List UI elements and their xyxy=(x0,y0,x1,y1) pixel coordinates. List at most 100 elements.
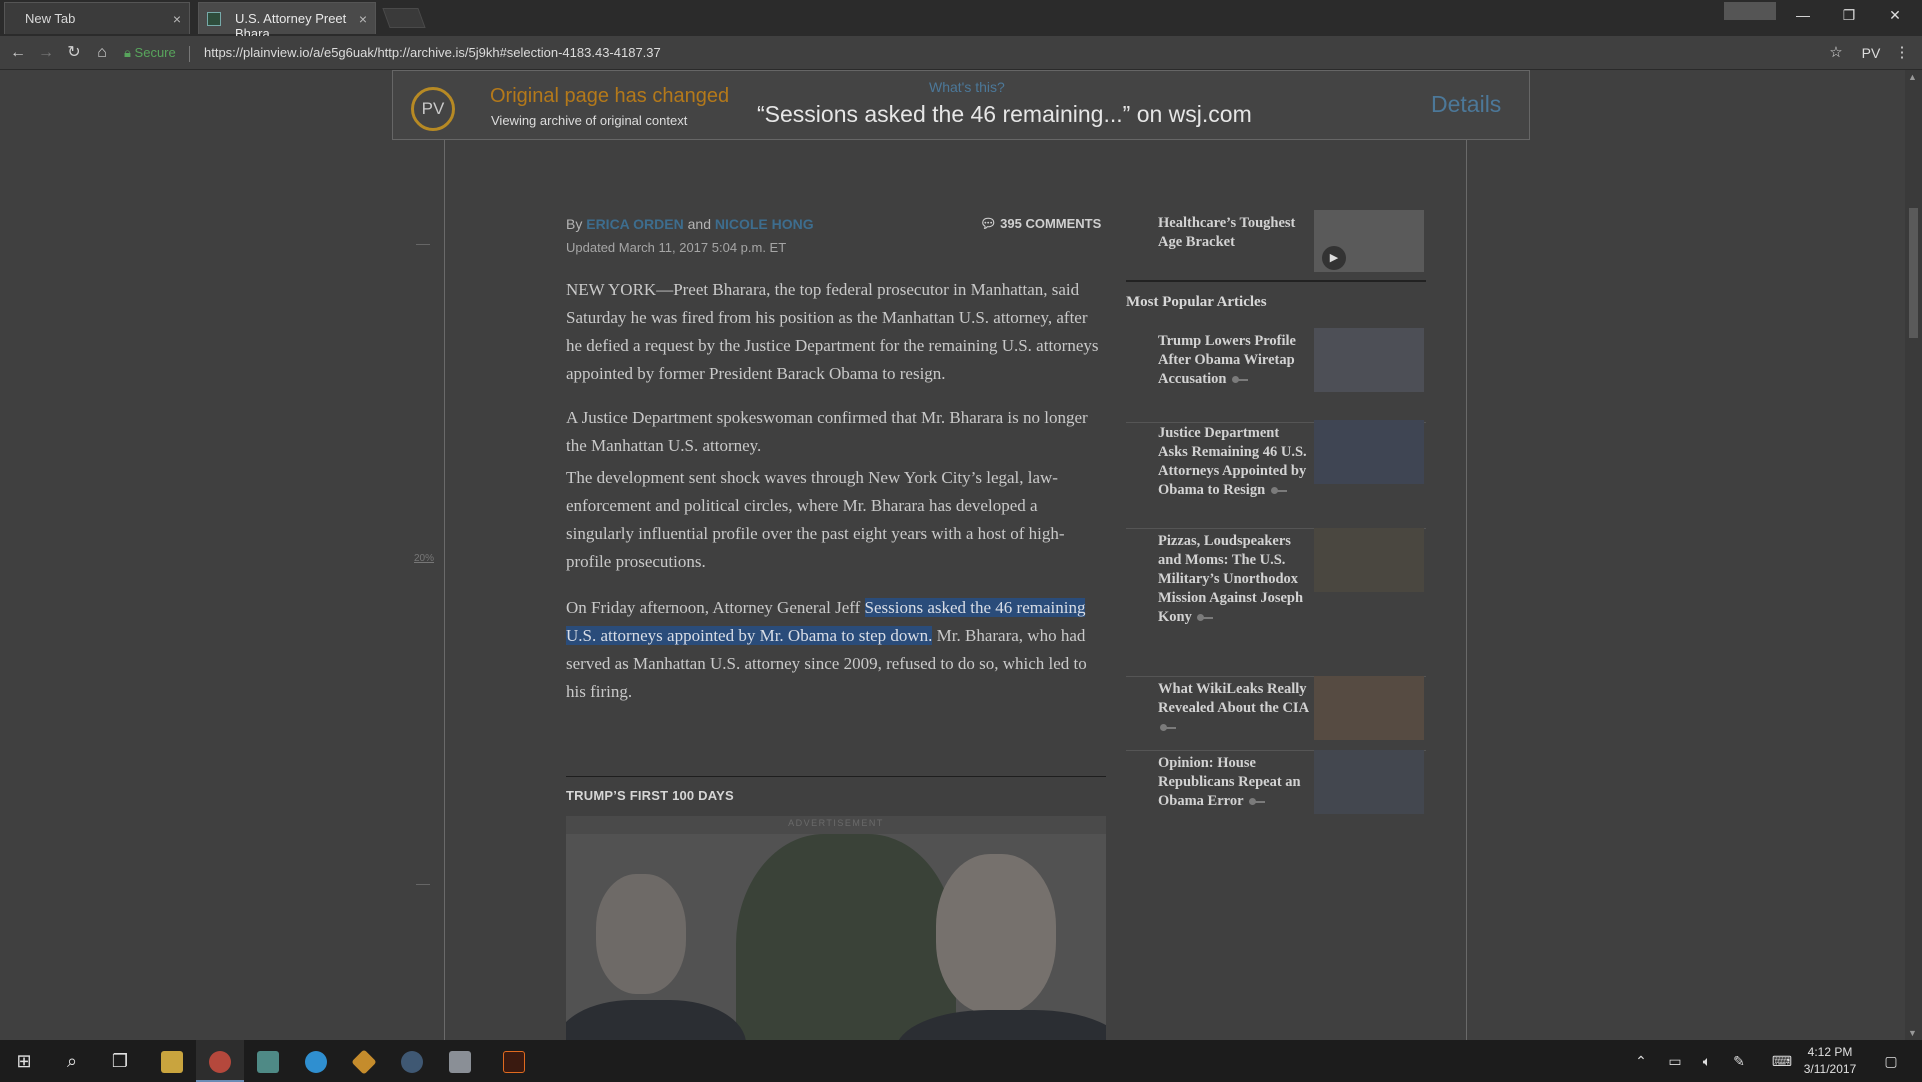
margin-percent: 20% xyxy=(414,553,435,564)
screen: New Tab × U.S. Attorney Preet Bhara × — … xyxy=(0,0,1922,1082)
extension-pv-button[interactable]: PV xyxy=(1856,41,1886,65)
photo-carousel: ADVERTISEMENT ‹ › xyxy=(566,816,1106,1040)
tab-strip: New Tab × U.S. Attorney Preet Bhara × — … xyxy=(0,0,1922,41)
secure-label: Secure xyxy=(134,45,176,60)
byline: By ERICA ORDEN and NICOLE HONG xyxy=(566,216,814,232)
scroll-thumb[interactable] xyxy=(1909,208,1918,338)
whats-this-link[interactable]: What's this? xyxy=(929,79,1005,95)
video-thumbnail: ▶ xyxy=(1314,210,1424,272)
windows-start-icon[interactable]: ⊞ xyxy=(0,1040,48,1082)
clock-date: 3/11/2017 xyxy=(1803,1062,1857,1076)
popular-article-thumbnail xyxy=(1314,328,1424,392)
scroll-down-icon[interactable]: ▼ xyxy=(1908,1028,1917,1038)
minimize-icon[interactable]: — xyxy=(1780,0,1826,30)
illustrator-icon[interactable] xyxy=(490,1040,538,1082)
url-text: https://plainview.io/a/e5g6uak/http://ar… xyxy=(204,45,661,60)
popular-article-thumbnail xyxy=(1314,676,1424,740)
comment-bubble-icon: 💬︎ xyxy=(980,216,997,231)
photo-person-right xyxy=(886,844,1106,1040)
back-icon[interactable]: ← xyxy=(6,41,30,65)
close-icon[interactable]: × xyxy=(359,11,367,27)
tab-new-tab[interactable]: New Tab × xyxy=(4,2,190,34)
page-changed-notice: Original page has changed xyxy=(490,85,730,107)
section-heading: TRUMP’S FIRST 100 DAYS xyxy=(566,788,734,803)
notes-app-icon[interactable] xyxy=(244,1040,292,1082)
popular-article-title: Trump Lowers Profile After Obama Wiretap… xyxy=(1158,332,1310,389)
file-explorer-icon[interactable] xyxy=(148,1040,196,1082)
task-view-icon[interactable]: ❐ xyxy=(96,1040,144,1082)
photo-person-left xyxy=(566,854,756,1040)
paragraph-highlighted: On Friday afternoon, Attorney General Je… xyxy=(566,594,1106,706)
content-border-left xyxy=(444,70,445,1040)
chrome-icon[interactable] xyxy=(196,1040,244,1082)
taskbar: ⊞ ⌕ ❐ ⌃ ▭ 🔈︎ ✎ ⌨ 4:12 PM 3/11/2017 ▢ xyxy=(0,1040,1922,1082)
reload-icon[interactable]: ↻ xyxy=(62,41,86,65)
steam-icon[interactable] xyxy=(388,1040,436,1082)
browser-toolbar: ← → ↻ ⌂ 🔒︎ Secure https://plainview.io/a… xyxy=(0,36,1922,70)
popular-article-title: Opinion: House Republicans Repeat an Oba… xyxy=(1158,754,1310,811)
scroll-up-icon[interactable]: ▲ xyxy=(1908,72,1917,82)
window-close-icon[interactable]: ✕ xyxy=(1872,0,1918,30)
popular-article-thumbnail xyxy=(1314,420,1424,484)
advertisement-label: ADVERTISEMENT xyxy=(788,818,884,828)
author-link[interactable]: NICOLE HONG xyxy=(715,216,814,232)
address-separator xyxy=(189,45,191,62)
bookmark-star-icon[interactable]: ☆ xyxy=(1824,41,1848,65)
play-icon: ▶ xyxy=(1322,246,1346,270)
volume-icon[interactable]: 🔈︎ xyxy=(1696,1040,1718,1082)
text-run: On Friday afternoon, Attorney General Je… xyxy=(566,598,865,617)
new-tab-button[interactable] xyxy=(382,8,426,28)
pen-icon[interactable]: ✎ xyxy=(1728,1040,1750,1082)
popular-article-title: Pizzas, Loudspeakers and Moms: The U.S. … xyxy=(1158,532,1310,627)
search-icon[interactable]: ⌕ xyxy=(48,1040,96,1082)
popular-article-thumbnail xyxy=(1314,528,1424,592)
byline-by: By xyxy=(566,216,583,232)
comments-count: 395 COMMENTS xyxy=(1000,216,1102,231)
plainview-logo: PV xyxy=(411,87,455,131)
vertical-scrollbar[interactable]: ▲ ▼ xyxy=(1905,70,1922,1040)
paragraph: The development sent shock waves through… xyxy=(566,468,1065,571)
sidebar-item-title: Healthcare’s Toughest Age Bracket xyxy=(1158,215,1296,250)
tray-chevron-icon[interactable]: ⌃ xyxy=(1630,1040,1652,1082)
key-icon xyxy=(1160,723,1176,732)
skype-icon[interactable] xyxy=(292,1040,340,1082)
tab-title: New Tab xyxy=(25,11,76,26)
clock-time: 4:12 PM xyxy=(1807,1045,1853,1059)
comments-link[interactable]: 💬︎ 395 COMMENTS xyxy=(980,216,1101,232)
details-link[interactable]: Details xyxy=(1431,91,1501,118)
popular-article-title: What WikiLeaks Really Revealed About the… xyxy=(1158,680,1310,737)
selection-quote: “Sessions asked the 46 remaining...” on … xyxy=(757,101,1252,127)
home-icon[interactable]: ⌂ xyxy=(90,41,114,65)
updated-timestamp: Updated March 11, 2017 5:04 p.m. ET xyxy=(566,240,787,255)
menu-kebab-icon[interactable]: ⋮ xyxy=(1892,41,1912,65)
key-icon xyxy=(1270,486,1287,495)
profile-chip[interactable] xyxy=(1724,2,1776,20)
archive-favicon-icon xyxy=(207,12,221,26)
key-icon xyxy=(1232,375,1249,384)
notifications-icon[interactable]: ▢ xyxy=(1876,1040,1906,1082)
system-clock[interactable]: 4:12 PM 3/11/2017 xyxy=(1790,1044,1870,1078)
key-icon xyxy=(1248,797,1265,806)
address-bar[interactable]: 🔒︎ Secure https://plainview.io/a/e5g6uak… xyxy=(124,41,1824,65)
margin-tick xyxy=(416,884,430,885)
web-page: 20% PV Original page has changed Viewing… xyxy=(0,70,1922,1040)
popular-article-text: What WikiLeaks Really Revealed About the… xyxy=(1158,681,1309,716)
popular-article-text: Opinion: House Republicans Repeat an Oba… xyxy=(1158,755,1301,809)
byline-and: and xyxy=(687,216,711,232)
popular-article-text: Pizzas, Loudspeakers and Moms: The U.S. … xyxy=(1158,533,1304,625)
margin-tick xyxy=(416,244,430,245)
section-rule xyxy=(566,776,1106,777)
most-popular-heading: Most Popular Articles xyxy=(1126,294,1267,310)
git-app-icon[interactable] xyxy=(340,1040,388,1082)
restore-icon[interactable]: ❐ xyxy=(1826,0,1872,30)
game-controller-icon[interactable] xyxy=(436,1040,484,1082)
author-link[interactable]: ERICA ORDEN xyxy=(586,216,684,232)
popular-article-title: Justice Department Asks Remaining 46 U.S… xyxy=(1158,424,1310,500)
sidebar-rule xyxy=(1126,280,1426,282)
close-icon[interactable]: × xyxy=(173,11,181,27)
network-icon[interactable]: ▭ xyxy=(1664,1040,1686,1082)
archive-context-note: Viewing archive of original context xyxy=(491,113,688,128)
tab-article[interactable]: U.S. Attorney Preet Bhara × xyxy=(198,2,376,41)
forward-icon[interactable]: → xyxy=(34,41,58,65)
paragraph: A Justice Department spokeswoman confirm… xyxy=(566,408,1088,455)
